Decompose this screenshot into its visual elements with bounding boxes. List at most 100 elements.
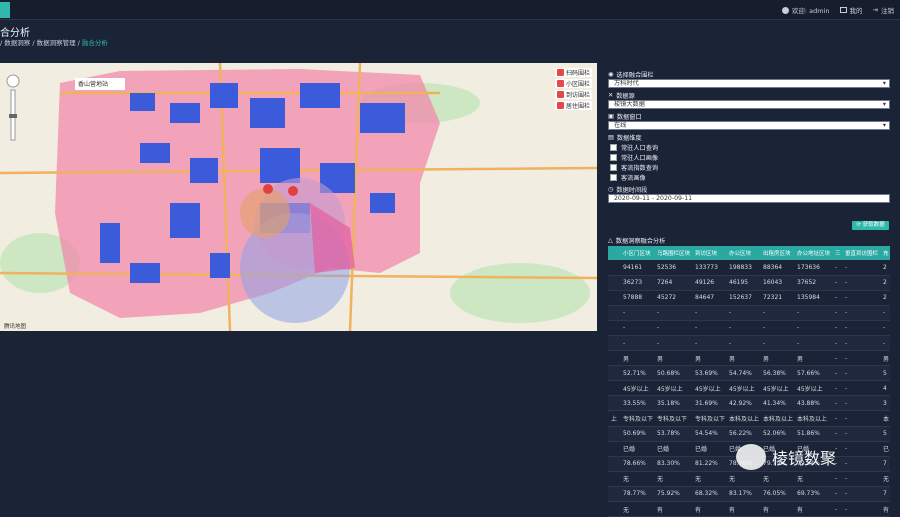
logout-link[interactable]: ⇥ 注销 [873, 5, 894, 15]
legend-item[interactable]: 扫码围栏 [555, 68, 593, 77]
breadcrumb-item-2[interactable]: 数据洞察管理 [37, 39, 76, 47]
map-canvas[interactable]: 香山营地站 [0, 63, 597, 331]
legend-item[interactable]: 居住围栏 [555, 101, 593, 110]
legend-item[interactable]: 小区围栏 [555, 79, 593, 88]
table-cell: - [832, 501, 842, 517]
checkbox-checked-icon[interactable] [557, 69, 564, 76]
table-cell: - [842, 456, 880, 472]
table-cell: - [842, 350, 880, 367]
merchant-select[interactable]: 万科时代 [608, 79, 890, 88]
table-cell: - [832, 426, 842, 442]
logout-label: 注销 [881, 7, 894, 15]
zoom-slider-icon[interactable] [6, 74, 20, 144]
menu-toggle-button[interactable] [0, 2, 10, 18]
table-cell: 68.32% [692, 486, 726, 503]
table-title: 数据洞察融合分析 [615, 238, 666, 245]
checkbox-icon[interactable] [610, 153, 617, 161]
table-cell: 50.69% [620, 426, 654, 442]
table-cell: 2 [880, 260, 890, 276]
table-cell: - [726, 320, 760, 336]
table-cell: 69.73% [794, 486, 832, 503]
date-range-input[interactable]: 2020-09-11 - 2020-09-11 [608, 194, 890, 203]
table-cell: 45岁以上 [760, 380, 794, 397]
table-cell [608, 335, 620, 352]
table-header-cell: 到访区块 [692, 246, 726, 260]
datasource-label: 数据源 [616, 93, 635, 100]
table-cell [608, 501, 620, 517]
table-cell: - [760, 335, 794, 352]
table-cell: 男 [794, 350, 832, 367]
window-label-row: ▣ 数据窗口 [608, 112, 890, 121]
table-cell: - [842, 486, 880, 503]
map-view[interactable]: 香山营地站 [0, 63, 597, 331]
table-cell: 36273 [620, 275, 654, 291]
table-cell: 有 [726, 501, 760, 517]
checkbox-checked-icon[interactable] [557, 102, 564, 109]
table-cell: 7264 [654, 275, 692, 291]
merchant-label-row: ◉ 选择融合围栏 [608, 70, 890, 79]
dimension-option[interactable]: 常驻人口画像 [610, 152, 890, 162]
table-cell [608, 320, 620, 336]
checkbox-icon[interactable] [610, 163, 617, 171]
table-cell: 男 [620, 350, 654, 367]
table-cell: 72321 [760, 290, 794, 306]
table-cell: - [832, 471, 842, 487]
table-cell: 94161 [620, 260, 654, 276]
get-data-button[interactable]: ⟳ 获取数据 [852, 221, 889, 230]
table-cell: - [842, 410, 880, 427]
table-row: 52.71% 50.68% 53.69% 54.74% 56.38% 57.66% - -5 [608, 365, 890, 382]
checkbox-icon[interactable] [610, 173, 617, 181]
table-cell: 78.66% [620, 456, 654, 472]
map-marker-1[interactable] [263, 184, 273, 194]
checkbox-checked-icon[interactable] [557, 80, 564, 87]
table-cell: - [832, 290, 842, 306]
map-marker-2[interactable] [288, 186, 298, 196]
datasource-select[interactable]: 梭镜大数据 [608, 100, 890, 109]
table-cell: - [842, 395, 880, 412]
zoom-control[interactable] [6, 74, 20, 144]
table-cell: 4 [880, 380, 890, 397]
table-cell: 49126 [692, 275, 726, 291]
window-select[interactable]: 在线 [608, 121, 890, 130]
dimension-option[interactable]: 常驻人口查询 [610, 142, 890, 152]
table-cell: 已婚 [654, 441, 692, 457]
mine-link[interactable]: 我的 [839, 5, 863, 15]
dimension-option-label: 客流画像 [621, 174, 646, 182]
table-cell: 男 [760, 350, 794, 367]
table-cell: 无 [760, 471, 794, 487]
table-cell: 2 [880, 290, 890, 306]
table-cell: 本科及以上 [760, 410, 794, 427]
table-cell: 42.92% [726, 395, 760, 412]
table-cell: 无 [726, 471, 760, 487]
table-cell: 83.30% [654, 456, 692, 472]
table-cell: 本科及以上 [794, 410, 832, 427]
table-cell: 37652 [794, 275, 832, 291]
table-cell: - [794, 335, 832, 352]
table-cell: 173636 [794, 260, 832, 276]
user-menu[interactable]: 欢迎: admin [781, 5, 830, 15]
table-cell: 88364 [760, 260, 794, 276]
wechat-icon [736, 444, 766, 470]
table-cell: - [692, 305, 726, 321]
table-cell: - [832, 380, 842, 397]
dimension-label: 数据维度 [616, 135, 642, 142]
checkbox-checked-icon[interactable] [557, 91, 564, 98]
table-cell: 84647 [692, 290, 726, 306]
map-legend: 扫码围栏 小区围栏 到访围栏 居住围栏 [555, 68, 593, 110]
table-cell [608, 275, 620, 291]
breadcrumb-item-1[interactable]: 数据洞察 [4, 39, 30, 47]
table-cell: - [760, 305, 794, 321]
location-icon: ◉ [608, 71, 614, 78]
dimension-option[interactable]: 客流画像 [610, 172, 890, 182]
table-cell: - [692, 335, 726, 352]
dimension-option-label: 常驻人口画像 [621, 154, 659, 162]
table-cell: - [832, 260, 842, 276]
table-cell: - [880, 305, 890, 321]
table-cell: - [832, 305, 842, 321]
legend-item[interactable]: 到访围栏 [555, 90, 593, 99]
table-cell [608, 441, 620, 457]
table-header-cell: 马路围栏区块 [654, 246, 692, 260]
checkbox-icon[interactable] [610, 143, 617, 151]
dimension-option[interactable]: 客流指数查询 [610, 162, 890, 172]
table-cell [608, 471, 620, 487]
